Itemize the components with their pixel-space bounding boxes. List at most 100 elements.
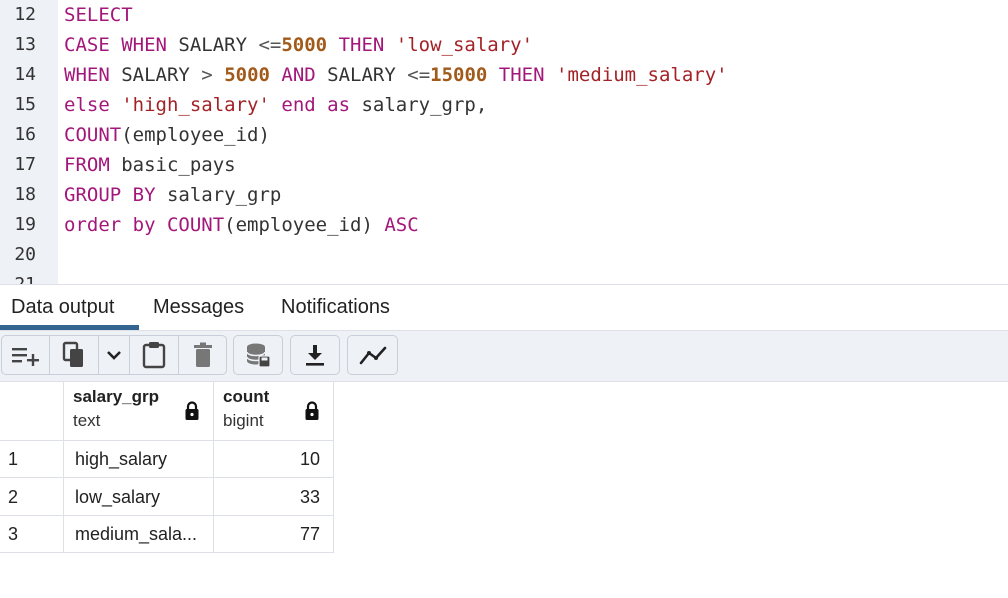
code-token: 5000 <box>281 34 328 56</box>
grid-corner-cell[interactable] <box>0 381 64 441</box>
code-token: salary_grp <box>155 184 282 206</box>
code-line[interactable]: 20 <box>0 240 1008 270</box>
code-line[interactable]: 14 WHEN SALARY > 5000 AND SALARY <=15000 … <box>0 60 1008 90</box>
lock-icon <box>185 401 199 420</box>
code-token: THEN <box>498 64 545 86</box>
save-data-icon <box>246 343 271 368</box>
line-number: 16 <box>14 124 36 145</box>
code-token: COUNT <box>166 214 225 236</box>
code-line[interactable]: 16 COUNT(employee_id) <box>0 120 1008 150</box>
graph-icon <box>359 346 386 365</box>
save-button-group <box>233 335 283 375</box>
code-token: order by <box>64 214 156 236</box>
cell-count[interactable]: 33 <box>214 478 334 516</box>
cell-count[interactable]: 10 <box>214 441 334 478</box>
code-token: (employee_id) <box>121 124 270 146</box>
code-token: (employee_id) <box>224 214 385 236</box>
code-line[interactable]: 13 CASE WHEN SALARY <=5000 THEN 'low_sala… <box>0 30 1008 60</box>
row-number[interactable]: 1 <box>0 441 64 478</box>
code-token: ASC <box>384 214 419 236</box>
code-token: AND <box>281 64 316 86</box>
sql-editor[interactable]: 12 SELECT 13 CASE WHEN SALARY <=5000 THEN '… <box>0 0 1008 284</box>
line-number: 13 <box>14 34 36 55</box>
copy-options-dropdown[interactable] <box>99 336 129 374</box>
code-token: 15000 <box>430 64 488 86</box>
code-text: CASE WHEN SALARY <=5000 THEN 'low_salary… <box>64 30 533 60</box>
line-number: 15 <box>14 94 36 115</box>
column-header-count[interactable]: count bigint <box>214 381 334 441</box>
line-number: 20 <box>14 244 36 265</box>
paste-button[interactable] <box>130 336 178 374</box>
line-number: 19 <box>14 214 36 235</box>
code-token: WHEN <box>64 64 110 86</box>
code-token: GROUP BY <box>64 184 156 206</box>
code-line[interactable]: 15 else 'high_salary' end as salary_grp, <box>0 90 1008 120</box>
save-data-button[interactable] <box>234 336 282 374</box>
delete-button[interactable] <box>179 336 227 374</box>
code-text: SELECT <box>64 0 133 30</box>
cell-count[interactable]: 77 <box>214 516 334 553</box>
code-token: COUNT <box>64 124 122 146</box>
code-token: <= <box>407 64 431 86</box>
copy-icon <box>62 341 83 367</box>
code-text: WHEN SALARY > 5000 AND SALARY <=15000 TH… <box>64 60 728 90</box>
download-icon <box>306 345 324 366</box>
results-toolbar <box>0 330 1008 382</box>
code-line[interactable]: 18 GROUP BY salary_grp <box>0 180 1008 210</box>
results-tab-bar: Data output Messages Notifications <box>0 284 1008 331</box>
code-line[interactable]: 12 SELECT <box>0 0 1008 30</box>
code-token: SALARY <box>315 64 408 86</box>
line-number: 12 <box>14 4 36 25</box>
download-button[interactable] <box>291 336 339 374</box>
code-text: order by COUNT(employee_id) ASC <box>64 210 419 240</box>
paste-icon <box>142 342 166 369</box>
code-token: 'high_salary' <box>121 94 270 116</box>
code-line[interactable]: 21 <box>0 270 1008 284</box>
row-number[interactable]: 2 <box>0 478 64 516</box>
code-token: THEN <box>338 34 385 56</box>
code-token: <= <box>258 34 282 56</box>
tab-messages[interactable]: Messages <box>153 285 244 331</box>
download-button-group <box>290 335 340 375</box>
code-token: SELECT <box>64 4 133 26</box>
add-row-button[interactable] <box>2 336 49 374</box>
line-number: 18 <box>14 184 36 205</box>
line-number: 14 <box>14 64 36 85</box>
graph-button-group <box>347 335 398 375</box>
row-number[interactable]: 3 <box>0 516 64 553</box>
code-line[interactable]: 19 order by COUNT(employee_id) ASC <box>0 210 1008 240</box>
code-line[interactable]: 17 FROM basic_pays <box>0 150 1008 180</box>
code-text: FROM basic_pays <box>64 150 236 180</box>
column-type: text <box>73 411 101 430</box>
code-token: basic_pays <box>109 154 236 176</box>
code-token: FROM <box>64 154 110 176</box>
code-text: else 'high_salary' end as salary_grp, <box>64 90 487 120</box>
tab-notifications[interactable]: Notifications <box>281 285 390 331</box>
code-token: > <box>201 64 213 86</box>
delete-icon <box>194 342 212 367</box>
code-token: 'medium_salary' <box>556 64 728 86</box>
code-token: 5000 <box>224 64 270 86</box>
code-text: GROUP BY salary_grp <box>64 180 281 210</box>
column-type: bigint <box>223 411 264 430</box>
graph-visualiser-button[interactable] <box>348 336 397 374</box>
cell-salary-grp[interactable]: medium_sala... <box>64 516 214 553</box>
chevron-down-icon <box>107 351 121 360</box>
code-token: end as <box>281 94 351 116</box>
code-token: else <box>64 94 110 116</box>
column-header-salary-grp[interactable]: salary_grp text <box>64 381 214 441</box>
cell-salary-grp[interactable]: high_salary <box>64 441 214 478</box>
cell-salary-grp[interactable]: low_salary <box>64 478 214 516</box>
line-number: 21 <box>0 270 36 284</box>
code-token: SALARY <box>166 34 259 56</box>
lock-icon <box>305 401 319 420</box>
copy-button[interactable] <box>50 336 98 374</box>
